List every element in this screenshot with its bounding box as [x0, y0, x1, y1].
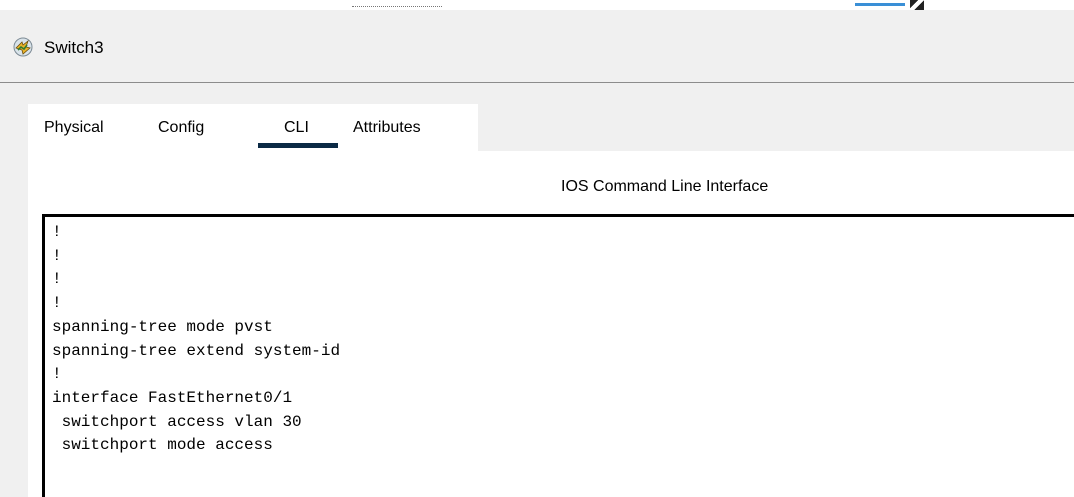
cli-line: switchport access vlan 30 — [52, 412, 302, 431]
background-decoration — [855, 0, 905, 6]
switch-device-icon — [13, 37, 33, 57]
cli-tab-content: IOS Command Line Interface ! ! ! ! spann… — [28, 151, 1074, 497]
cli-header: IOS Command Line Interface — [561, 178, 769, 195]
cli-line: switchport mode access — [52, 436, 273, 455]
cli-line: spanning-tree extend system-id — [52, 341, 341, 360]
tab-strip: Physical Config CLI Attributes — [0, 83, 1074, 152]
cli-line: ! — [52, 246, 62, 265]
window-title: Switch3 — [44, 38, 104, 57]
packet-tracer-device-window: Switch3 Physical Config CLI Attributes I… — [0, 0, 1074, 497]
active-tab-indicator — [258, 143, 338, 148]
cli-line: interface FastEthernet0/1 — [52, 388, 293, 407]
tab-cli[interactable]: CLI — [284, 119, 309, 137]
background-decoration — [352, 0, 442, 7]
cli-line: spanning-tree mode pvst — [52, 317, 273, 336]
tab-physical[interactable]: Physical — [44, 119, 104, 137]
window-titlebar: Switch3 — [0, 10, 1074, 83]
tab-config[interactable]: Config — [158, 119, 204, 137]
cli-line: ! — [52, 294, 62, 313]
cli-line: ! — [52, 270, 62, 289]
background-decoration — [910, 0, 924, 10]
cli-terminal[interactable]: ! ! ! ! spanning-tree mode pvst spanning… — [42, 214, 1074, 497]
cli-line: ! — [52, 223, 62, 241]
cli-line: ! — [52, 365, 62, 384]
tabs-panel: Physical Config CLI Attributes — [28, 104, 478, 152]
tab-attributes[interactable]: Attributes — [353, 119, 421, 137]
cli-output[interactable]: ! ! ! ! spanning-tree mode pvst spanning… — [45, 217, 1074, 458]
